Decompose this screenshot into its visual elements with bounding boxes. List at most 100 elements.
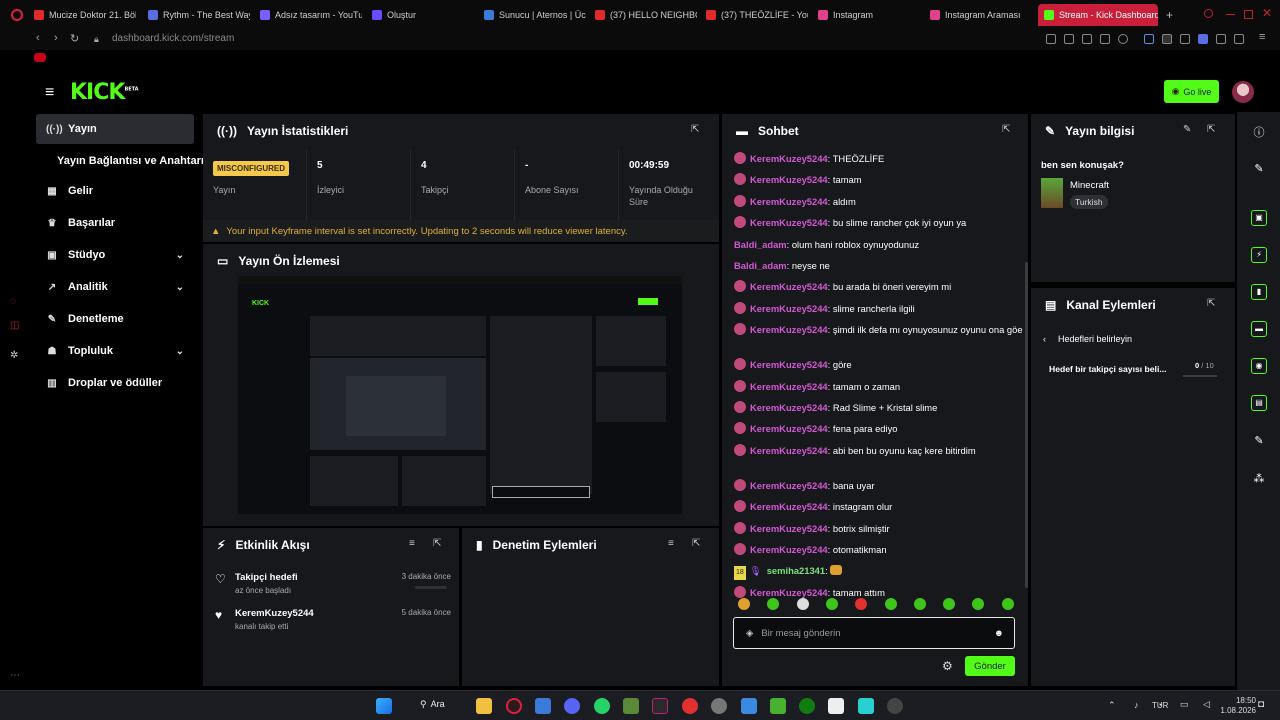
moderation-toggle-icon[interactable]: ▮ [1251, 284, 1267, 300]
extension-icon[interactable] [1046, 34, 1056, 44]
goal-label[interactable]: Hedef bir takipçi sayısı beli... [1049, 364, 1167, 374]
emote-icon[interactable] [738, 598, 750, 610]
chat-message[interactable]: KeremKuzey5244: otomatikman [734, 543, 1024, 557]
reload-icon[interactable]: ↻ [70, 32, 79, 45]
stream-preview-video[interactable]: KICK [238, 276, 682, 524]
emoji-icon[interactable]: ☻ [994, 628, 1004, 639]
tab-0[interactable]: Mucize Doktor 21. Bölü [34, 4, 136, 26]
heart-icon[interactable] [1118, 34, 1128, 44]
stats-toggle-icon[interactable]: ◉ [1251, 358, 1267, 374]
app-icon[interactable] [887, 698, 903, 714]
back-icon[interactable]: ‹ [36, 32, 40, 44]
edit-icon[interactable]: ✎ [1251, 162, 1267, 178]
chat-message[interactable]: KeremKuzey5244: fena para ediyo [734, 422, 1024, 436]
chat-message[interactable]: KeremKuzey5244: şimdi ilk defa mı oynuyo… [734, 323, 1024, 337]
hamburger-menu-icon[interactable]: ≡ [45, 84, 54, 102]
send-button[interactable]: Gönder [965, 656, 1015, 676]
chat-username[interactable]: KeremKuzey5244 [750, 423, 828, 434]
popout-icon[interactable]: ⇱ [691, 124, 699, 135]
chat-message[interactable]: KeremKuzey5244: Rad Slime + Kristal slim… [734, 401, 1024, 415]
chat-username[interactable]: KeremKuzey5244 [750, 381, 828, 392]
file-explorer-icon[interactable] [476, 698, 492, 714]
app-icon[interactable] [682, 698, 698, 714]
chat-username[interactable]: Baldi_adam [734, 239, 787, 250]
list-item[interactable]: ♥ KeremKuzey5244 kanalı takip etti 5 dakika… [215, 608, 451, 631]
chat-username[interactable]: KeremKuzey5244 [750, 196, 828, 207]
chat-toggle-icon[interactable]: ▬ [1251, 321, 1267, 337]
sidebar-item-3[interactable]: ♛ Başarılar [36, 208, 194, 238]
maximize-button[interactable] [1244, 10, 1253, 19]
minecraft-icon[interactable] [623, 698, 639, 714]
extension-icon[interactable] [1082, 34, 1092, 44]
forward-icon[interactable]: › [54, 32, 58, 44]
emote-icon[interactable] [972, 598, 985, 610]
app-icon[interactable] [828, 698, 844, 714]
extension-icon[interactable] [1064, 34, 1074, 44]
chat-input[interactable]: ◈ Bir mesaj gönderin ☻ [733, 617, 1015, 649]
discord-icon[interactable] [564, 698, 580, 714]
extension-icon[interactable] [1162, 34, 1172, 44]
tab-1[interactable]: Rythm - The Best Way [148, 4, 250, 26]
opera-icon[interactable] [506, 698, 522, 714]
avatar[interactable] [1232, 81, 1254, 103]
chevron-down-icon[interactable]: ⌄ [176, 282, 184, 293]
clock[interactable]: 18:50 1.08.2026 [1220, 696, 1256, 716]
category-thumbnail[interactable] [1041, 178, 1063, 208]
chat-message[interactable]: Baldi_adam: neyse ne [734, 259, 1024, 273]
chat-message[interactable]: Baldi_adam: olum hani roblox oynuyodunuz [734, 238, 1024, 252]
more-icon[interactable]: ⋯ [10, 670, 20, 681]
emote-icon[interactable] [943, 598, 956, 610]
chat-username[interactable]: KeremKuzey5244 [750, 402, 828, 413]
tab-3[interactable]: Oluştur [372, 4, 462, 26]
chat-message[interactable]: KeremKuzey5244: slime rancherla ilgili [734, 301, 1024, 316]
tab-8[interactable]: Instagram Araması [930, 4, 1032, 26]
new-tab-button[interactable]: + [1166, 8, 1173, 22]
sidebar-item-8[interactable]: ▥ Droplar ve ödüller [36, 368, 194, 398]
sidebar-item-0[interactable]: ((·)) Yayın [36, 114, 194, 144]
language-indicator[interactable]: TUR [1152, 701, 1168, 710]
chat-scrollbar[interactable] [1025, 262, 1028, 588]
chat-username[interactable]: KeremKuzey5244 [750, 501, 828, 512]
emote-icon[interactable] [1001, 598, 1014, 610]
tab-7[interactable]: Instagram [818, 4, 908, 26]
filter-icon[interactable]: ≡ [409, 538, 415, 549]
whatsapp-icon[interactable] [594, 698, 610, 714]
sidebar-item-5[interactable]: ↗ Analitik ⌄ [36, 272, 194, 302]
chat-username[interactable]: Baldi_adam [734, 260, 787, 271]
category-name[interactable]: Minecraft [1070, 180, 1109, 191]
go-live-button[interactable]: ◉ Go live [1164, 80, 1219, 103]
lightning-toggle-icon[interactable]: ⚡︎ [1251, 247, 1267, 263]
chat-username[interactable]: KeremKuzey5244 [750, 480, 828, 491]
youtube-bookmark-icon[interactable] [34, 53, 46, 62]
preview-toggle-icon[interactable]: ▣ [1251, 210, 1267, 226]
sidebar-item-2[interactable]: ▦ Gelir [36, 176, 194, 206]
xbox-icon[interactable] [799, 698, 815, 714]
chat-username[interactable]: KeremKuzey5244 [750, 445, 828, 456]
sidebar-item-4[interactable]: ▣ Stüdyo ⌄ [36, 240, 194, 270]
app-icon[interactable] [652, 698, 668, 714]
chevron-down-icon[interactable]: ⌄ [176, 346, 184, 357]
chat-username[interactable]: KeremKuzey5244 [750, 359, 828, 370]
app-icon[interactable] [535, 698, 551, 714]
chatgpt-icon[interactable]: ✲ [10, 350, 18, 361]
settings-icon[interactable] [711, 698, 727, 714]
filter-icon[interactable]: ≡ [668, 538, 674, 549]
close-window-button[interactable]: ✕ [1262, 6, 1272, 20]
search-tabs-icon[interactable] [1204, 9, 1213, 18]
chat-username[interactable]: KeremKuzey5244 [750, 303, 828, 314]
tab-5[interactable]: (37) HELLO NEIGHBOR [595, 4, 697, 26]
notification-icon[interactable]: ◘ [1258, 699, 1264, 710]
url-field[interactable]: dashboard.kick.com/stream [112, 33, 234, 44]
list-item[interactable]: ♡ Takipçi hedefi az önce başladı 3 dakika ö… [215, 572, 451, 595]
emote-icon[interactable] [855, 598, 868, 610]
minimize-button[interactable] [1226, 14, 1235, 15]
chat-username[interactable]: semiha21341 [767, 565, 825, 576]
popout-icon[interactable]: ⇱ [1002, 124, 1010, 135]
sidebar-item-7[interactable]: ☗ Topluluk ⌄ [36, 336, 194, 366]
extension-icon[interactable] [1100, 34, 1110, 44]
messenger-icon[interactable]: ◌ [10, 296, 16, 307]
wrench-icon[interactable]: ✎ [1251, 434, 1267, 450]
chat-message[interactable]: KeremKuzey5244: aldım [734, 194, 1024, 209]
chat-message[interactable]: KeremKuzey5244: bu slime rancher çok iyi… [734, 216, 1024, 230]
tag-badge[interactable]: Turkish [1070, 195, 1108, 209]
